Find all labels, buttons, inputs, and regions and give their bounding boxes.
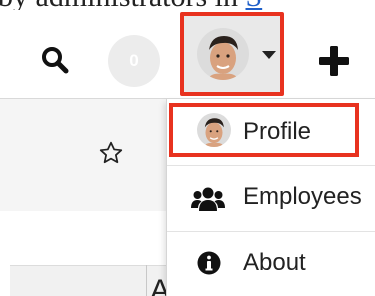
- people-icon: [191, 187, 225, 211]
- plus-icon[interactable]: [318, 45, 350, 77]
- search-icon[interactable]: [40, 45, 70, 75]
- profile-menu-button[interactable]: [180, 12, 284, 96]
- avatar: [197, 113, 231, 147]
- menu-item-about[interactable]: About: [167, 231, 375, 294]
- avatar: [197, 28, 249, 80]
- star-icon[interactable]: [98, 140, 124, 166]
- screen: by administrators in S A 0: [0, 0, 375, 296]
- menu-item-label: Employees: [243, 183, 362, 210]
- menu-item-label: About: [243, 249, 306, 276]
- menu-item-employees[interactable]: Employees: [167, 165, 375, 228]
- chevron-down-icon: [262, 51, 276, 59]
- top-toolbar: 0: [0, 10, 375, 99]
- menu-item-profile[interactable]: Profile: [169, 103, 359, 157]
- menu-item-label: Profile: [243, 118, 312, 145]
- notification-badge[interactable]: 0: [108, 35, 160, 87]
- profile-dropdown: Profile Employees About: [166, 99, 375, 296]
- content-row: [0, 99, 170, 211]
- column-divider: [146, 265, 147, 296]
- info-icon: [197, 251, 221, 275]
